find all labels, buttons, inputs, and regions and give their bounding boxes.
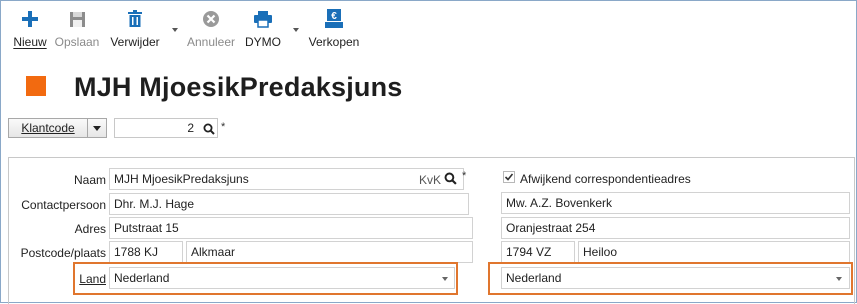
- kvk-label: KvK: [419, 173, 442, 187]
- country-value-left: Nederland: [114, 271, 170, 285]
- sell-label: Verkopen: [308, 35, 360, 49]
- floppy-disk-icon: [53, 8, 101, 30]
- dymo-button[interactable]: DYMO: [244, 8, 282, 49]
- alt-postcode-value: 1794 VZ: [506, 245, 552, 259]
- search-type-dropdown[interactable]: [88, 118, 107, 138]
- name-value: MJH MjoesikPredaksjuns: [114, 172, 249, 186]
- trash-icon: [108, 8, 162, 30]
- checkmark-icon: [504, 173, 514, 181]
- dymo-dropdown-arrow[interactable]: [293, 28, 299, 32]
- delete-button[interactable]: Verwijder: [108, 8, 162, 49]
- printer-icon: [244, 8, 282, 30]
- name-field[interactable]: MJH MjoesikPredaksjuns: [109, 168, 464, 190]
- address-value: Putstraat 15: [114, 221, 179, 235]
- postcode-label: Postcode/plaats: [20, 246, 106, 260]
- address-label: Adres: [74, 222, 106, 236]
- dymo-label: DYMO: [245, 35, 281, 49]
- contact-label: Contactpersoon: [21, 198, 106, 212]
- required-mark: *: [221, 121, 226, 133]
- alt-address-field[interactable]: Oranjestraat 254: [501, 217, 850, 239]
- new-button[interactable]: Nieuw: [10, 8, 50, 49]
- postcode-field[interactable]: 1788 KJ: [109, 241, 183, 263]
- new-label: Nieuw: [13, 35, 47, 49]
- save-button[interactable]: Opslaan: [53, 8, 101, 49]
- search-type-label: Klantcode: [21, 121, 75, 135]
- chevron-down-icon-right[interactable]: [836, 277, 842, 281]
- name-label: Naam: [73, 173, 106, 187]
- alt-postcode-field[interactable]: 1794 VZ: [501, 241, 575, 263]
- city-field[interactable]: Alkmaar: [186, 241, 473, 263]
- save-label: Opslaan: [54, 35, 100, 49]
- plus-icon: [10, 8, 50, 30]
- code-value: 2: [187, 121, 194, 135]
- address-field[interactable]: Putstraat 15: [109, 217, 473, 239]
- alt-contact-field[interactable]: Mw. A.Z. Bovenkerk: [501, 192, 850, 214]
- record-color-square: [26, 76, 46, 96]
- cancel-button[interactable]: Annuleer: [184, 8, 238, 49]
- alt-address-label: Afwijkend correspondentieadres: [520, 172, 691, 186]
- postcode-value: 1788 KJ: [114, 245, 159, 259]
- country-select-left[interactable]: Nederland: [109, 267, 455, 289]
- cancel-label: Annuleer: [186, 35, 236, 49]
- alt-city-value: Heiloo: [583, 245, 618, 259]
- search-icon[interactable]: [203, 123, 215, 135]
- alt-address-value: Oranjestraat 254: [506, 221, 596, 235]
- country-label: Land: [79, 272, 106, 286]
- contact-field[interactable]: Dhr. M.J. Hage: [109, 193, 469, 215]
- euro-register-icon: €: [306, 8, 362, 30]
- search-type-button[interactable]: Klantcode: [8, 118, 88, 138]
- kvk-search-icon[interactable]: [444, 172, 457, 185]
- country-select-right[interactable]: Nederland: [501, 267, 850, 289]
- delete-label: Verwijder: [110, 35, 160, 49]
- cancel-circle-icon: [184, 8, 238, 30]
- name-required-mark: *: [462, 170, 467, 182]
- delete-dropdown-arrow[interactable]: [172, 28, 178, 32]
- page-title: MJH MjoesikPredaksjuns: [74, 72, 403, 102]
- svg-text:€: €: [331, 11, 337, 22]
- sell-button[interactable]: € Verkopen: [306, 8, 362, 49]
- contact-value: Dhr. M.J. Hage: [114, 197, 195, 211]
- alt-contact-value: Mw. A.Z. Bovenkerk: [506, 196, 613, 210]
- alt-city-field[interactable]: Heiloo: [578, 241, 850, 263]
- alt-address-checkbox[interactable]: [503, 171, 515, 183]
- country-value-right: Nederland: [506, 271, 562, 285]
- chevron-down-icon[interactable]: [442, 277, 448, 281]
- city-value: Alkmaar: [191, 245, 236, 259]
